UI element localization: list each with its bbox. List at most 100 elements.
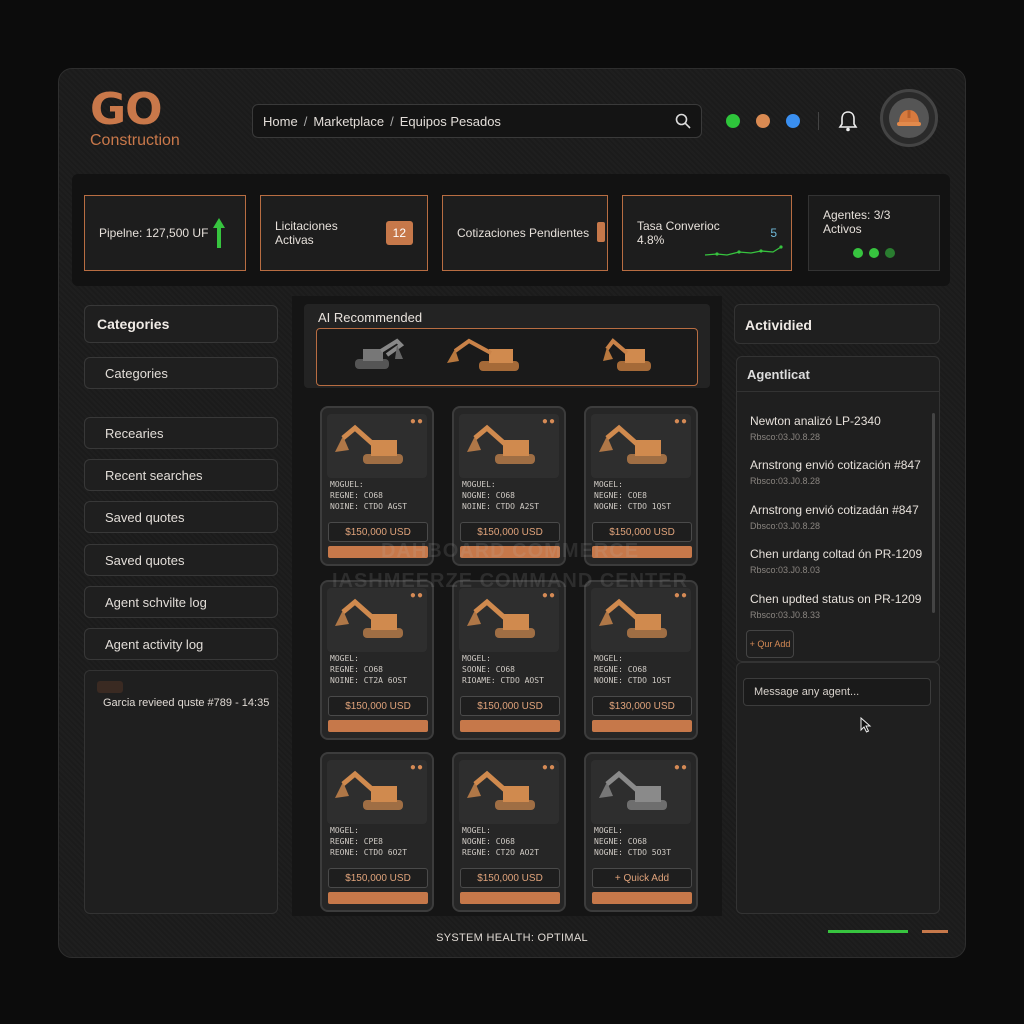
sparkline-icon — [704, 245, 783, 256]
status-dot-orange[interactable] — [756, 114, 770, 128]
card-status-dots-icon: ●● — [673, 762, 688, 773]
status-dot-green[interactable] — [726, 114, 740, 128]
product-price-button[interactable]: $150,000 USD — [460, 522, 560, 542]
product-price-button[interactable]: $150,000 USD — [328, 868, 428, 888]
product-spec-2: NOGNE: CO68 — [462, 837, 515, 846]
breadcrumb-equipos[interactable]: Equipos Pesados — [400, 114, 501, 129]
add-to-quote-bar[interactable] — [592, 720, 692, 732]
product-spec-3: REONE: CTDO 6O2T — [330, 848, 408, 857]
add-to-quote-bar[interactable] — [328, 720, 428, 732]
product-spec-1: MOGUEL: — [462, 480, 496, 489]
product-card[interactable]: ●● MOGEL: NEGNE: CO68 NOGNE: CTDO 5O3T + Qui… — [584, 752, 698, 912]
product-spec-2: NEGNE: CO68 — [594, 837, 647, 846]
breadcrumb-marketplace[interactable]: Marketplace — [313, 114, 384, 129]
card-status-dots-icon: ●● — [541, 762, 556, 773]
user-avatar[interactable] — [880, 89, 938, 147]
activity-scrollbar[interactable] — [932, 413, 935, 613]
sidebar-item-agent-log[interactable]: Agent schvilte log — [84, 586, 278, 618]
product-spec-2: NEGNE: COE8 — [594, 491, 647, 500]
search-icon[interactable] — [675, 113, 691, 129]
kpi-cotizaciones[interactable]: Cotizaciones Pendientes — [442, 195, 608, 271]
product-card[interactable]: ●● MOGEL: SOONE: CO68 RIOAME: CTDO AOST $150… — [452, 580, 566, 740]
kpi-agentes[interactable]: Agentes: 3/3 Activos — [808, 195, 940, 271]
product-price-button[interactable]: $150,000 USD — [328, 696, 428, 716]
breadcrumb-search-bar[interactable]: Home / Marketplace / Equipos Pesados — [252, 104, 702, 138]
kpi-conversion[interactable]: Tasa Converioc 4.8% 5 — [622, 195, 792, 271]
activity-text: Arnstrong envió cotizadán #847 — [750, 503, 919, 517]
product-spec-1: MOGEL: — [594, 826, 623, 835]
product-price-button[interactable]: + Quick Add — [592, 868, 692, 888]
sidebar-title: Categories — [97, 316, 170, 332]
product-price-button[interactable]: $150,000 USD — [460, 696, 560, 716]
kpi-agentes-label: Agentes: 3/3 Activos — [823, 208, 891, 236]
activity-timestamp: Rbsco:03.J0.8.03 — [750, 565, 821, 575]
activity-timestamp: Rbsco:03.J0.8.28 — [750, 432, 821, 442]
sidebar-item-saved-quotes[interactable]: Saved quotes — [84, 501, 278, 533]
card-status-dots-icon: ●● — [409, 416, 424, 427]
agent-dot-icon — [885, 248, 895, 258]
add-to-quote-bar[interactable] — [460, 720, 560, 732]
activity-timestamp: Rbsco:03.J0.8.33 — [750, 610, 821, 620]
arrow-up-icon — [213, 218, 226, 248]
sidebar-header: Categories — [84, 305, 278, 343]
product-spec-2: SOONE: CO68 — [462, 665, 515, 674]
agent-dot-icon — [853, 248, 863, 258]
card-status-dots-icon: ●● — [541, 416, 556, 427]
activity-item[interactable]: Arnstrong envió cotizadán #847 Dbsco:03.J… — [750, 503, 930, 531]
system-health-status: SYSTEM HEALTH: OPTIMAL — [436, 932, 588, 944]
product-spec-3: RIOAME: CTDO AOST — [462, 676, 544, 685]
product-card[interactable]: ●● MOGEL: NOGNE: CO68 REGNE: CT2O AO2T $150,… — [452, 752, 566, 912]
product-price-button[interactable]: $150,000 USD — [592, 522, 692, 542]
activity-item[interactable]: Chen urdang coltad ón PR-1209 Rbsco:03.J0… — [750, 547, 930, 575]
breadcrumb-home[interactable]: Home — [263, 114, 298, 129]
add-to-quote-bar[interactable] — [460, 892, 560, 904]
product-spec-1: MOGUEL: — [330, 480, 364, 489]
kpi-cotizaciones-badge — [597, 222, 605, 242]
product-spec-3: NOGNE: CTDO 5O3T — [594, 848, 672, 857]
sidebar-item-agent-activity-log[interactable]: Agent activity log — [84, 628, 278, 660]
add-to-quote-bar[interactable] — [592, 892, 692, 904]
activity-text: Newton analizó LP-2340 — [750, 414, 881, 428]
excavator-icon[interactable] — [603, 337, 663, 377]
agent-dot-icon — [869, 248, 879, 258]
activity-text: Chen urdang coltad ón PR-1209 — [750, 547, 923, 561]
kpi-licitaciones-badge: 12 — [385, 221, 413, 245]
product-card[interactable]: ●● MOGEL: REGNE: CO68 NOONE: CTDO 1OST $130,… — [584, 580, 698, 740]
activity-title: Actividied — [745, 317, 812, 333]
activity-item[interactable]: Arnstrong envió cotización #847 Rbsco:03.… — [750, 458, 930, 486]
message-agent-input[interactable] — [743, 678, 931, 706]
ai-recommended-carousel[interactable] — [316, 328, 698, 386]
sidebar-item-categories[interactable]: Categories — [84, 357, 278, 389]
product-price-button[interactable]: $130,000 USD — [592, 696, 692, 716]
health-bar-orange — [922, 930, 948, 933]
logo-subtitle: Construction — [90, 132, 180, 149]
activity-timestamp: Dbsco:03.J0.8.28 — [750, 521, 821, 531]
sidebar-item-recearies[interactable]: Recearies — [84, 417, 278, 449]
mouse-cursor-icon — [860, 717, 872, 733]
sidebar-log-panel: Garcia revieed quste #789 - 14:35 — [84, 670, 278, 914]
product-spec-2: REGNE: CO68 — [330, 491, 383, 500]
product-spec-1: MOGEL: — [594, 654, 623, 663]
activity-item[interactable]: Chen updted status on PR-1209 Rbsco:03.J0… — [750, 592, 930, 620]
product-price-button[interactable]: $150,000 USD — [328, 522, 428, 542]
product-card[interactable]: ●● MOGEL: REGNE: CPE8 REONE: CTDO 6O2T $150,… — [320, 752, 434, 912]
kpi-licitaciones[interactable]: Licitaciones Activas 12 — [260, 195, 428, 271]
sidebar-item-saved-quotes-2[interactable]: Saved quotes — [84, 544, 278, 576]
product-spec-2: REGNE: CPE8 — [330, 837, 383, 846]
status-dot-blue[interactable] — [786, 114, 800, 128]
kpi-pipeline[interactable]: Pipelne: 127,500 UF — [84, 195, 246, 271]
brand-logo[interactable]: GO Construction — [90, 88, 200, 150]
product-card[interactable]: ●● MOGEL: REGNE: CO68 NOINE: CT2A 6OST $150,… — [320, 580, 434, 740]
product-spec-2: REGNE: CO68 — [594, 665, 647, 674]
sidebar-item-recent-searches[interactable]: Recent searches — [84, 459, 278, 491]
bell-icon[interactable] — [838, 110, 858, 132]
excavator-icon[interactable] — [345, 337, 405, 377]
product-price-button[interactable]: $150,000 USD — [460, 868, 560, 888]
agent-status-dots — [853, 248, 895, 258]
activity-item[interactable]: Newton analizó LP-2340 Rbsco:03.J0.8.28 — [750, 414, 930, 442]
product-spec-2: NOGNE: CO68 — [462, 491, 515, 500]
excavator-icon[interactable] — [445, 337, 535, 377]
logo-text: GO — [90, 84, 163, 135]
quick-add-button[interactable]: + Qur Add — [746, 630, 794, 658]
add-to-quote-bar[interactable] — [328, 892, 428, 904]
